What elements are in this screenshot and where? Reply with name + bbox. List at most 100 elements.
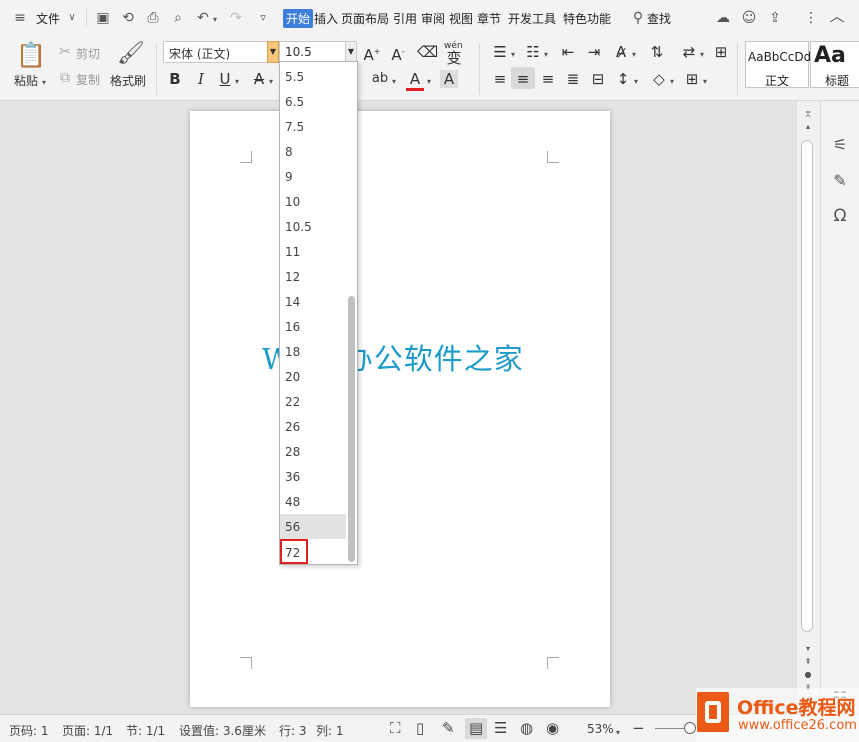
cut-button[interactable]: 剪切 (76, 45, 100, 62)
file-menu[interactable]: 文件 (36, 10, 60, 27)
tab-references[interactable]: 引用 (393, 10, 417, 27)
line-spacing-dropdown-icon[interactable]: ▾ (632, 74, 640, 90)
chinese-layout-icon[interactable]: A̷ (612, 43, 630, 61)
vertical-scrollbar-thumb[interactable] (801, 140, 813, 632)
quick-access-dropdown-icon[interactable]: ▿ (256, 10, 270, 26)
tab-page-layout[interactable]: 页面布局 (341, 10, 389, 27)
justify-icon[interactable]: ≣ (564, 70, 582, 88)
font-size-option[interactable]: 10.5 (280, 214, 346, 239)
style-normal[interactable]: AaBbCcDd 正文 (745, 41, 811, 88)
font-size-option[interactable]: 7.5 (280, 114, 346, 139)
paste-icon[interactable]: 📋 (16, 42, 46, 68)
distributed-align-icon[interactable]: ⊟ (589, 70, 607, 88)
properties-icon[interactable]: ⚟ (829, 137, 851, 153)
cut-icon[interactable]: ✂ (58, 44, 72, 60)
redo-icon[interactable]: ↷ (228, 10, 244, 26)
eye-protection-icon[interactable]: ◉ (546, 720, 559, 737)
bold-icon[interactable]: B (166, 70, 184, 88)
print-icon[interactable]: ⎙ (145, 10, 161, 26)
status-section[interactable]: 节: 1/1 (126, 722, 165, 739)
bullet-list-dropdown-icon[interactable]: ▾ (509, 47, 517, 63)
font-size-option[interactable]: 10 (280, 189, 346, 214)
collapse-ribbon-icon[interactable]: ︿ (828, 8, 846, 24)
font-size-option[interactable]: 16 (280, 314, 346, 339)
shading-icon[interactable]: ◇ (650, 70, 668, 88)
save-icon[interactable]: ▣ (95, 10, 111, 26)
font-size-option[interactable]: 8 (280, 139, 346, 164)
font-name-dropdown-icon[interactable]: ▼ (267, 41, 279, 63)
zoom-level[interactable]: 53% (587, 722, 614, 736)
font-size-option[interactable]: 6.5 (280, 89, 346, 114)
hamburger-menu-icon[interactable]: ≡ (12, 10, 28, 26)
show-marks-dropdown-icon[interactable]: ▾ (698, 47, 706, 63)
export-pdf-icon[interactable]: ⟲ (120, 10, 136, 26)
chevron-down-icon[interactable]: ∨ (66, 10, 78, 26)
tab-review[interactable]: 审阅 (421, 10, 445, 27)
chinese-layout-dropdown-icon[interactable]: ▾ (630, 47, 638, 63)
show-marks-icon[interactable]: ⇄ (680, 43, 698, 61)
strikethrough-dropdown-icon[interactable]: ▾ (267, 74, 275, 90)
clear-format-icon[interactable]: ⌫ (417, 43, 438, 61)
font-size-option[interactable]: 72 (280, 539, 308, 564)
font-size-option[interactable]: 26 (280, 414, 346, 439)
dropdown-scroll-thumb[interactable] (348, 296, 355, 562)
font-size-option[interactable]: 11 (280, 239, 346, 264)
web-view-icon[interactable]: ◍ (520, 720, 533, 737)
decrease-indent-icon[interactable]: ⇤ (559, 43, 577, 61)
numbered-list-icon[interactable]: ☷ (524, 43, 542, 61)
underline-dropdown-icon[interactable]: ▾ (233, 74, 241, 90)
format-painter-button[interactable]: 格式刷 (110, 72, 146, 89)
zoom-dropdown-icon[interactable]: ▾ (614, 725, 622, 741)
undo-icon[interactable]: ↶ (195, 10, 211, 26)
writing-mode-icon[interactable]: ✎ (442, 720, 455, 737)
font-size-option[interactable]: 56 (280, 514, 346, 539)
align-right-icon[interactable]: ≡ (539, 70, 557, 88)
font-size-option[interactable]: 36 (280, 464, 346, 489)
line-spacing-icon[interactable]: ↕ (614, 70, 632, 88)
pen-icon[interactable]: ✎ (829, 173, 851, 189)
font-size-option[interactable]: 12 (280, 264, 346, 289)
share-user-icon[interactable]: ☺ (740, 10, 758, 26)
font-size-option[interactable]: 28 (280, 439, 346, 464)
char-shading-icon[interactable]: A (440, 70, 458, 88)
underline-icon[interactable]: U (216, 70, 234, 88)
increase-indent-icon[interactable]: ⇥ (585, 43, 603, 61)
tab-chapter[interactable]: 章节 (477, 10, 501, 27)
undo-dropdown-icon[interactable]: ▾ (210, 12, 220, 28)
numbered-list-dropdown-icon[interactable]: ▾ (542, 47, 550, 63)
font-size-option[interactable]: 48 (280, 489, 346, 514)
borders-dropdown-icon[interactable]: ▾ (701, 74, 709, 90)
zoom-slider-handle[interactable] (684, 722, 696, 734)
align-left-icon[interactable]: ≡ (491, 70, 509, 88)
font-size-option[interactable]: 20 (280, 364, 346, 389)
copy-icon[interactable]: ⧉ (58, 70, 72, 86)
scroll-up-icon[interactable]: ▴ (802, 119, 814, 135)
search-icon[interactable]: ⚲ (630, 10, 646, 26)
tab-developer[interactable]: 开发工具 (508, 10, 556, 27)
copy-button[interactable]: 复制 (76, 71, 100, 88)
font-size-dropdown-icon[interactable]: ▼ (345, 41, 357, 63)
status-page-number[interactable]: 页码: 1 (9, 722, 49, 739)
fullscreen-icon[interactable]: ⛶ (390, 720, 401, 737)
status-page-count[interactable]: 页面: 1/1 (62, 722, 113, 739)
paste-dropdown-icon[interactable]: ▾ (39, 75, 49, 91)
shading-dropdown-icon[interactable]: ▾ (668, 74, 676, 90)
format-painter-icon[interactable]: 🖌 (117, 42, 145, 66)
grow-font-icon[interactable]: A+ (363, 43, 381, 64)
font-size-option[interactable]: 9 (280, 164, 346, 189)
page-view-icon[interactable]: ▤ (469, 720, 483, 737)
omega-icon[interactable]: Ω (829, 208, 851, 225)
highlight-icon[interactable]: ab (371, 70, 389, 88)
font-size-option[interactable]: 22 (280, 389, 346, 414)
font-size-option[interactable]: 14 (280, 289, 346, 314)
status-setting-value[interactable]: 设置值: 3.6厘米 (179, 722, 266, 739)
tab-special-features[interactable]: 特色功能 (563, 10, 611, 27)
search-button[interactable]: 查找 (647, 10, 671, 27)
cloud-sync-icon[interactable]: ☁ (714, 10, 732, 26)
sort-icon[interactable]: ⇅ (648, 43, 666, 61)
font-size-option[interactable]: 18 (280, 339, 346, 364)
font-name-combo[interactable]: 宋体 (正文) (163, 41, 268, 63)
style-heading[interactable]: Aa 标题 (810, 41, 859, 88)
font-color-dropdown-icon[interactable]: ▾ (425, 74, 433, 90)
shrink-font-icon[interactable]: A- (389, 43, 407, 64)
